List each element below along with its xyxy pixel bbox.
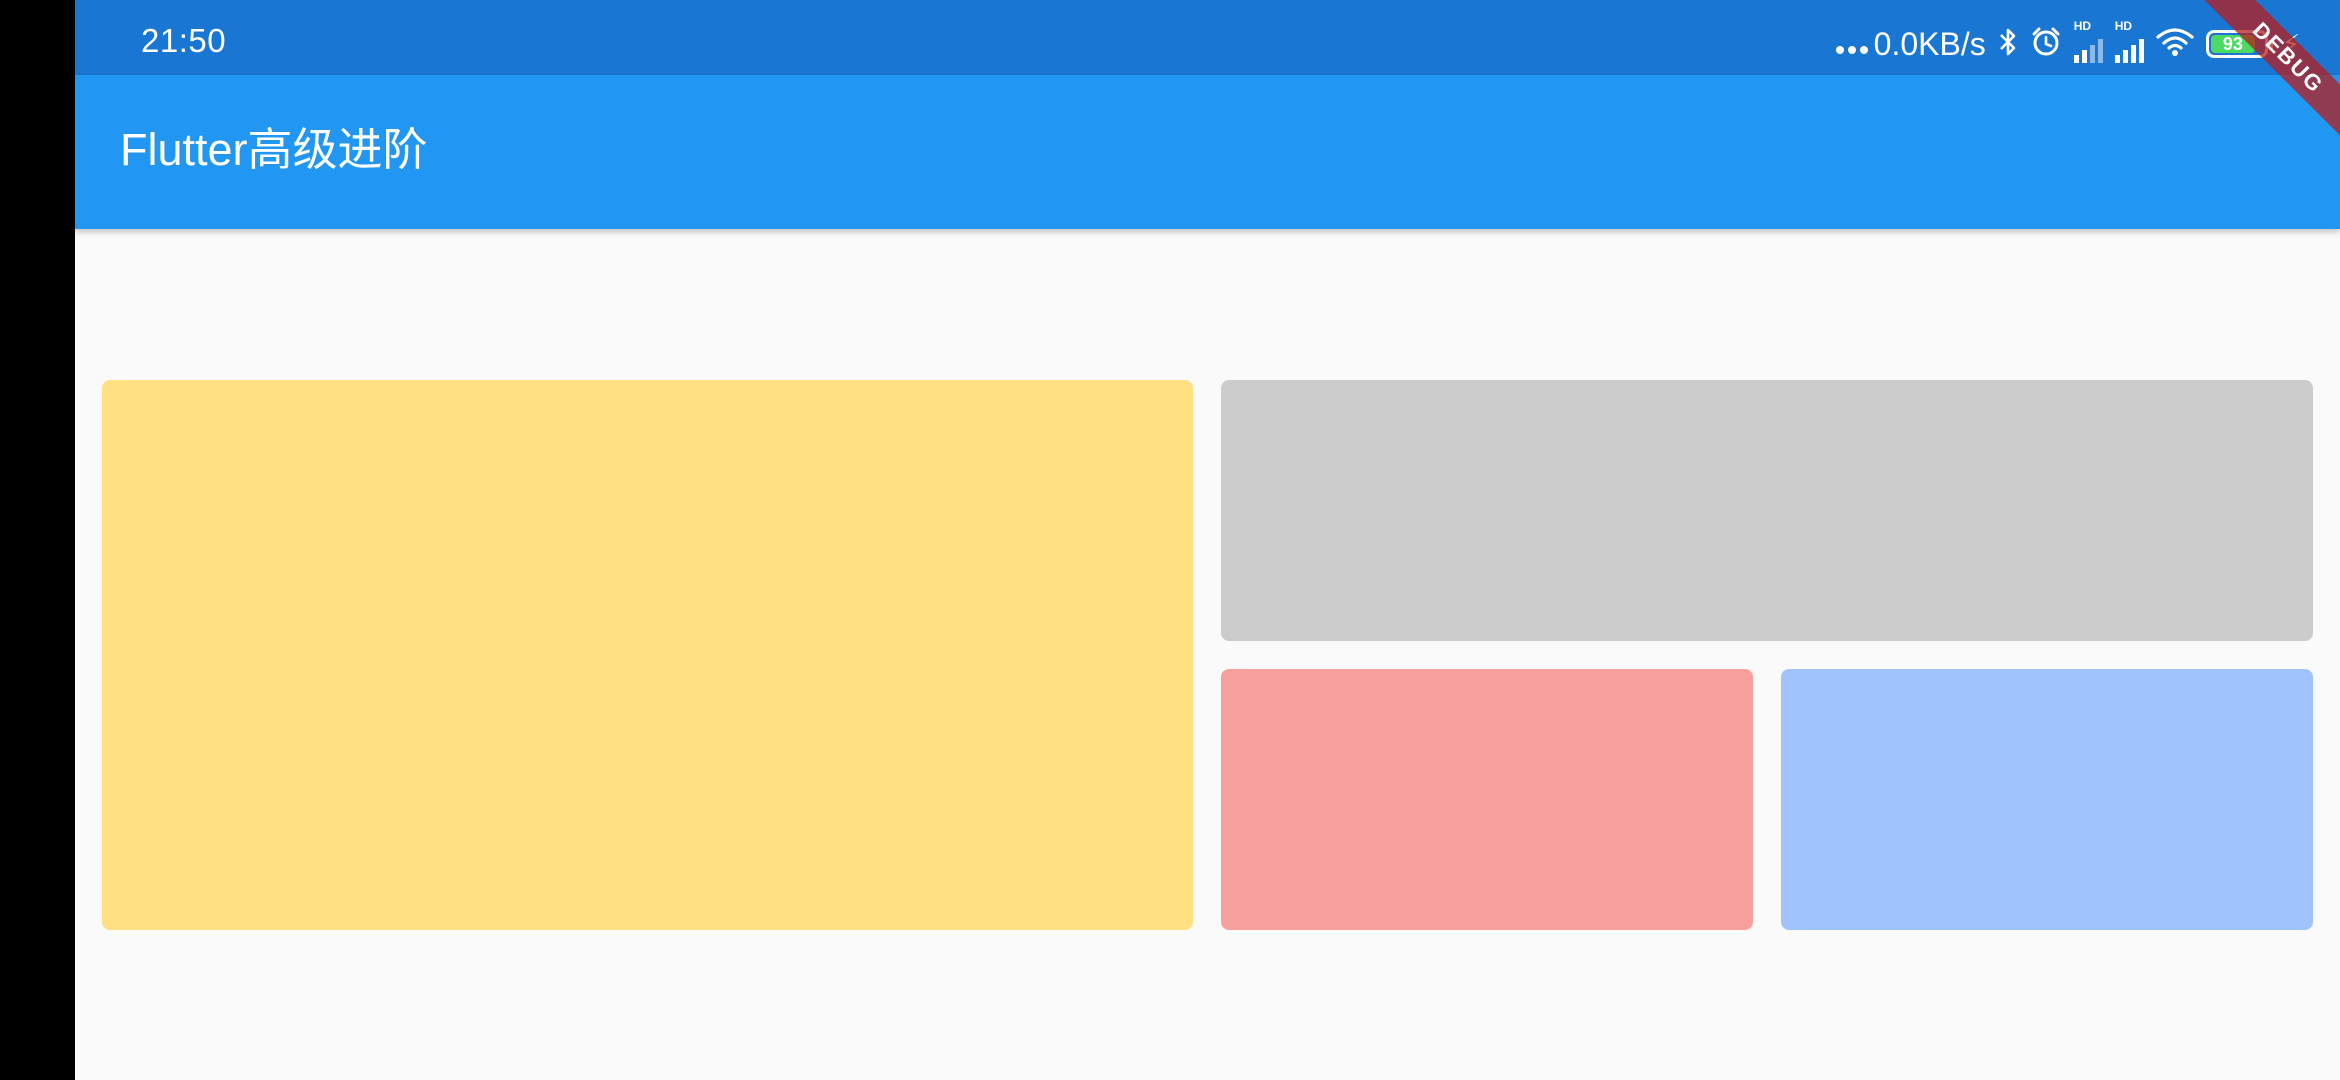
status-bar: 21:50 0.0KB/s HD HD 93: [75, 0, 2340, 75]
page-title: Flutter高级进阶: [120, 124, 428, 175]
grey-tile: [1221, 380, 2313, 641]
app-screen: 21:50 0.0KB/s HD HD 93 Flutter高级进阶 DEBUG: [75, 0, 2340, 1080]
network-speed: 0.0KB/s: [1835, 26, 1986, 62]
red-tile: [1221, 669, 1753, 930]
blue-tile: [1781, 669, 2313, 930]
status-time: 21:50: [141, 22, 227, 59]
more-notifications-icon: [1835, 34, 1868, 54]
wifi-icon: [2156, 27, 2194, 62]
network-speed-value: 0.0KB/s: [1873, 26, 1986, 62]
signal-icon: HD: [2073, 19, 2103, 63]
sim2-label: HD: [2114, 19, 2133, 33]
sim1-label: HD: [2073, 19, 2092, 33]
yellow-tile: [102, 380, 1193, 930]
alarm-icon: [2030, 26, 2062, 63]
status-icons: 0.0KB/s HD HD 93: [1835, 19, 2300, 64]
bluetooth-icon: [1998, 26, 2018, 63]
app-bar: Flutter高级进阶: [75, 75, 2340, 229]
signal-icon: HD: [2114, 19, 2144, 63]
